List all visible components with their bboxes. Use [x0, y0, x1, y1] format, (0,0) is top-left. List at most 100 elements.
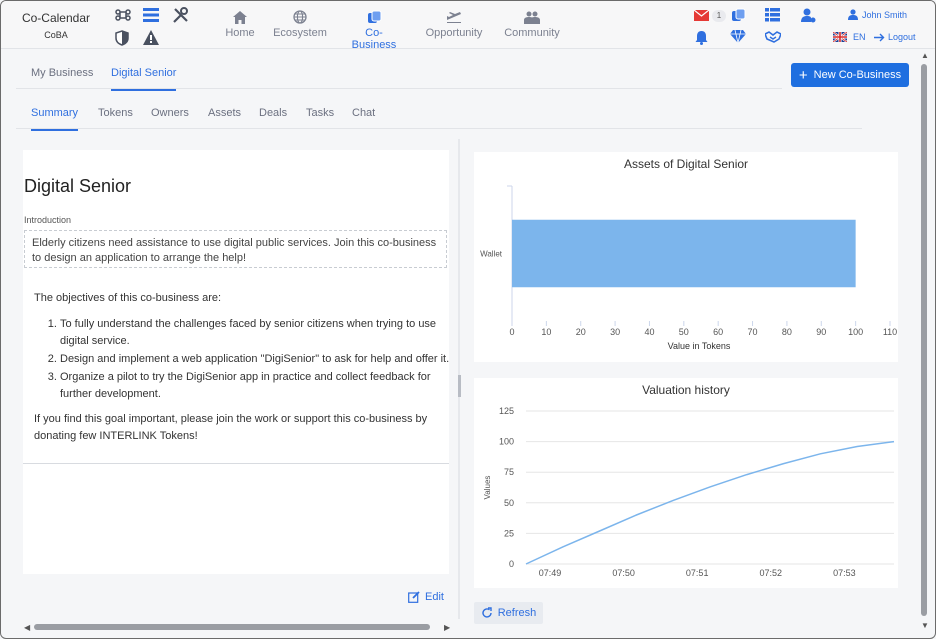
intro-text: Elderly citizens need assistance to use …: [24, 230, 447, 268]
plane-icon: [422, 9, 486, 25]
x-tick-label: 07:50: [612, 568, 635, 578]
tab-my-business[interactable]: My Business: [31, 67, 93, 79]
valuation-line-chart: 025507510012507:4907:5007:5107:5207:5307…: [483, 406, 895, 578]
objective-item: Organize a pilot to try the DigiSenior a…: [60, 369, 452, 403]
x-tick-label: 0: [509, 327, 514, 337]
scroll-right-icon[interactable]: ▶: [444, 623, 450, 632]
new-co-business-button[interactable]: + New Co-Business: [791, 63, 909, 87]
logout-link[interactable]: Logout: [888, 32, 916, 42]
objective-item: Design and implement a web application "…: [60, 351, 452, 368]
x-tick-label: 90: [816, 327, 826, 337]
y-tick-label: 100: [499, 437, 514, 447]
x-tick-label: 10: [541, 327, 551, 337]
logout-icon: [874, 31, 886, 42]
bell-icon[interactable]: [695, 30, 713, 46]
tab-digital-senior[interactable]: Digital Senior: [111, 67, 177, 91]
new-co-business-label: New Co-Business: [813, 69, 902, 81]
y-tick-label: 125: [499, 406, 514, 416]
scroll-down-icon[interactable]: ▼: [921, 621, 929, 630]
description: The objectives of this co-business are: …: [34, 290, 452, 445]
business-tabs: My Business Digital Senior: [16, 59, 782, 91]
tab-deals[interactable]: Deals: [259, 107, 287, 119]
tab-summary[interactable]: Summary: [31, 107, 79, 131]
language-label[interactable]: EN: [853, 32, 866, 42]
user-name-link[interactable]: John Smith: [862, 10, 907, 20]
x-tick-label: 07:51: [686, 568, 709, 578]
intro-label: Introduction: [24, 215, 72, 225]
nav-ecosystem[interactable]: Ecosystem: [273, 9, 327, 39]
tab-tokens[interactable]: Tokens: [98, 107, 133, 119]
vertical-scroll-thumb[interactable]: [921, 64, 927, 616]
nav-opportunity[interactable]: Opportunity: [422, 9, 486, 39]
summary-panel: Digital Senior Introduction Elderly citi…: [23, 150, 449, 574]
home-icon: [224, 9, 256, 25]
x-axis-label: Value in Tokens: [668, 341, 731, 351]
x-tick-label: 100: [848, 327, 863, 337]
refresh-icon: [482, 607, 492, 618]
divider-handle[interactable]: [458, 375, 461, 397]
page-title: Digital Senior: [24, 176, 132, 196]
edit-button[interactable]: Edit: [408, 591, 444, 603]
scroll-up-icon[interactable]: ▲: [921, 51, 929, 60]
tab-tasks[interactable]: Tasks: [306, 107, 334, 119]
nav-ecosystem-label: Ecosystem: [273, 27, 327, 39]
nav-community[interactable]: Community: [502, 9, 562, 39]
tab-assets[interactable]: Assets: [208, 107, 241, 119]
list-icon[interactable]: [765, 8, 783, 24]
user-settings-icon[interactable]: [801, 8, 819, 24]
tab-chat[interactable]: Chat: [352, 107, 375, 119]
horizontal-scroll-thumb[interactable]: [34, 624, 430, 630]
brand[interactable]: Co-Calendar CoBA: [21, 11, 91, 40]
plus-icon: +: [798, 66, 808, 84]
refresh-label: Refresh: [497, 607, 537, 619]
nav-home-label: Home: [225, 27, 255, 39]
x-tick-label: 30: [610, 327, 620, 337]
diamond-icon[interactable]: [730, 29, 748, 46]
closing-text: If you find this goal important, please …: [34, 413, 428, 442]
globe-icon: [273, 9, 327, 25]
x-tick-label: 20: [576, 327, 586, 337]
x-tick-label: 07:53: [833, 568, 856, 578]
people-icon: [502, 9, 562, 25]
separator: [23, 463, 449, 464]
mail-icon[interactable]: [693, 9, 712, 26]
objectives-list: To fully understand the challenges faced…: [60, 316, 452, 403]
warning-icon[interactable]: [143, 30, 161, 46]
user-icon: [848, 9, 858, 25]
uk-flag-icon[interactable]: [832, 31, 848, 43]
x-tick-label: 50: [679, 327, 689, 337]
y-tick-label: 50: [504, 498, 514, 508]
handshake-icon[interactable]: [763, 31, 783, 47]
command-icon[interactable]: [115, 7, 133, 23]
nav-home[interactable]: Home: [224, 9, 256, 39]
y-category-label: Wallet: [480, 250, 503, 259]
scroll-left-icon[interactable]: ◀: [24, 623, 30, 632]
brand-subtitle: CoBA: [44, 30, 68, 40]
x-tick-label: 80: [782, 327, 792, 337]
tab-owners[interactable]: Owners: [151, 107, 189, 119]
valuation-chart-card: Valuation history 0 25 50 75 100 125 07:49 07:5…: [474, 378, 898, 588]
y-axis-label: Values: [483, 476, 492, 500]
nav-opportunity-label: Opportunity: [425, 27, 483, 39]
shield-icon[interactable]: [115, 30, 133, 46]
top-header: Co-Calendar CoBA Home Ecosystem Co-Busin…: [1, 1, 935, 51]
menu-icon[interactable]: [143, 7, 161, 23]
brand-title: Co-Calendar: [21, 11, 91, 25]
app-window: Co-Calendar CoBA Home Ecosystem Co-Busin…: [0, 0, 936, 639]
y-tick-label: 75: [504, 467, 514, 477]
edit-icon: [408, 591, 420, 603]
y-tick-label: 25: [504, 528, 514, 538]
nav-co-business-label: Co-Business: [351, 27, 397, 51]
x-tick-label: 40: [644, 327, 654, 337]
bar: [512, 219, 856, 288]
objectives-heading: The objectives of this co-business are:: [34, 292, 222, 304]
mail-count-badge: 1: [712, 10, 726, 22]
wallet-icon[interactable]: [731, 8, 749, 24]
x-tick-label: 60: [713, 327, 723, 337]
refresh-button[interactable]: Refresh: [474, 602, 543, 624]
nav-co-business[interactable]: Co-Business: [343, 9, 405, 51]
x-tick-label: 07:52: [760, 568, 783, 578]
tools-icon[interactable]: [172, 7, 190, 23]
x-tick-label: 70: [748, 327, 758, 337]
y-tick-label: 0: [509, 559, 514, 569]
